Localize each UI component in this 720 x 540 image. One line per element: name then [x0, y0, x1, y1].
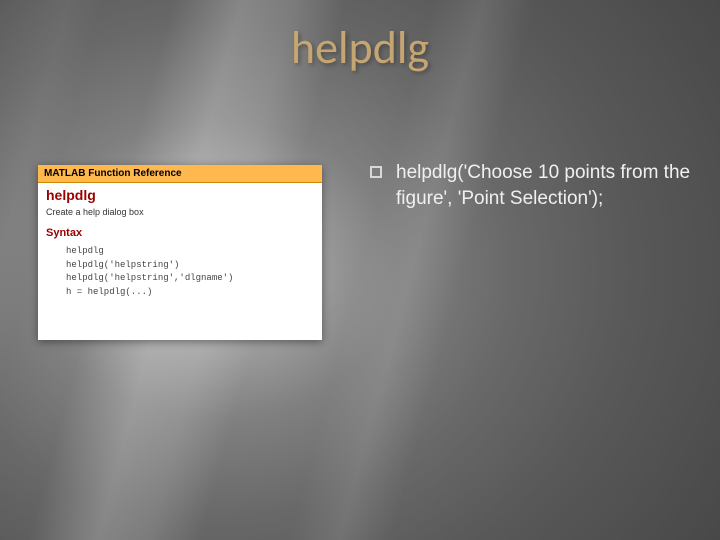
doc-section-syntax: Syntax	[38, 225, 322, 243]
slide-title: helpdlg	[291, 20, 429, 76]
doc-function-name: helpdlg	[38, 183, 322, 205]
doc-description: Create a help dialog box	[38, 205, 322, 225]
syntax-line: helpdlg('helpstring','dlgname')	[66, 272, 314, 286]
bullet-item: helpdlg('Choose 10 points from the figur…	[370, 160, 700, 211]
slide-background: helpdlg MATLAB Function Reference helpdl…	[0, 0, 720, 540]
doc-syntax-block: helpdlg helpdlg('helpstring') helpdlg('h…	[38, 243, 322, 303]
bullet-text: helpdlg('Choose 10 points from the figur…	[396, 160, 700, 211]
syntax-line: helpdlg('helpstring')	[66, 259, 314, 273]
syntax-line: helpdlg	[66, 245, 314, 259]
bullet-list: helpdlg('Choose 10 points from the figur…	[370, 160, 700, 211]
syntax-line: h = helpdlg(...)	[66, 286, 314, 300]
square-bullet-icon	[370, 166, 382, 178]
documentation-panel: MATLAB Function Reference helpdlg Create…	[38, 165, 322, 340]
doc-header: MATLAB Function Reference	[38, 165, 322, 183]
